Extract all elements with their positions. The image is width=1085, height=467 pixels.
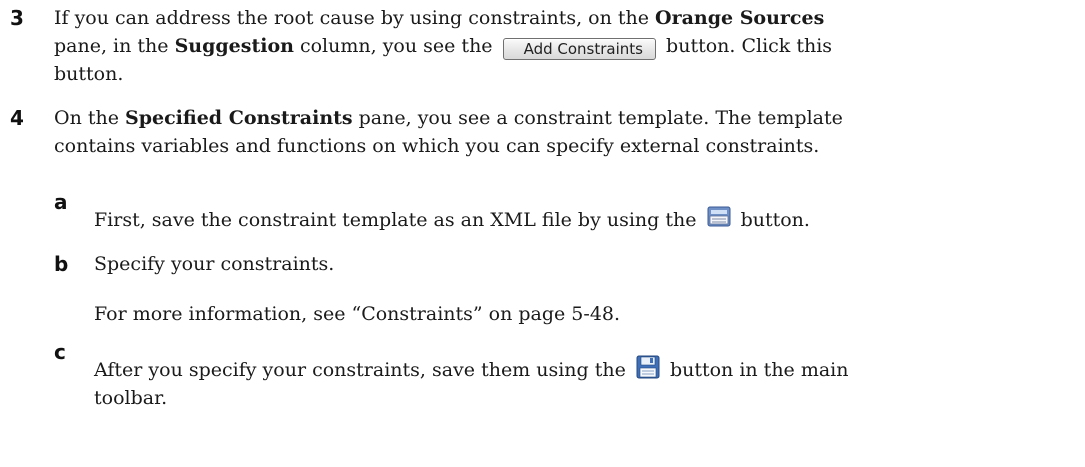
text: After you specify your constraints, save… bbox=[94, 359, 632, 381]
substep-letter: b bbox=[54, 252, 69, 276]
text: If you can address the root cause by usi… bbox=[54, 7, 656, 29]
text: button in the main bbox=[663, 359, 849, 381]
save-icon[interactable] bbox=[635, 354, 661, 380]
substep-c-text: After you specify your constraints, save… bbox=[94, 354, 1079, 412]
text: column, you see the bbox=[293, 35, 499, 57]
text: toolbar. bbox=[94, 387, 168, 409]
text: button. Click this bbox=[660, 35, 833, 57]
export-icon[interactable] bbox=[706, 204, 732, 230]
text: button. bbox=[54, 63, 124, 85]
text: pane, in the bbox=[54, 35, 175, 57]
text: button. bbox=[734, 209, 810, 231]
step-4-text: On the Specified Constraints pane, you s… bbox=[54, 104, 1079, 160]
step-number: 4 bbox=[10, 106, 24, 130]
substep-letter: c bbox=[54, 340, 66, 364]
text: First, save the constraint template as a… bbox=[94, 209, 703, 231]
step-number: 3 bbox=[10, 6, 24, 30]
substep-b-note: For more information, see “Constraints” … bbox=[94, 303, 621, 325]
pane-name: Orange Sources bbox=[655, 7, 825, 29]
text: pane, you see a constraint template. The… bbox=[352, 107, 843, 129]
text: contains variables and functions on whic… bbox=[54, 135, 820, 157]
pane-name: Specified Constraints bbox=[125, 107, 353, 129]
substep-b-text: Specify your constraints. bbox=[94, 253, 335, 275]
substep-a-text: First, save the constraint template as a… bbox=[94, 204, 810, 234]
text: On the bbox=[54, 107, 126, 129]
column-name: Suggestion bbox=[174, 35, 294, 57]
substep-letter: a bbox=[54, 190, 68, 214]
add-constraints-button[interactable]: Add Constraints bbox=[502, 38, 656, 60]
step-3-text: If you can address the root cause by usi… bbox=[54, 4, 1079, 88]
